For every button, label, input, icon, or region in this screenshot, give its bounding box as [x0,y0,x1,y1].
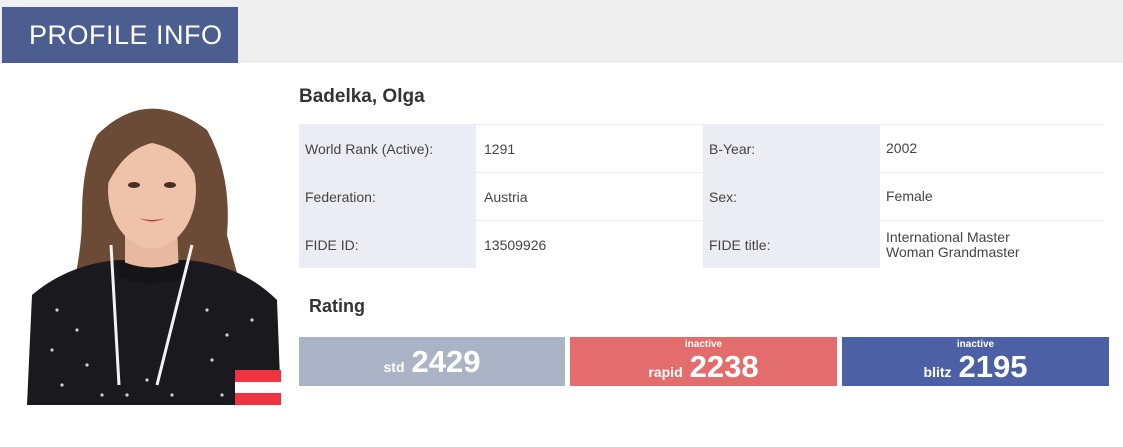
profile-photo [27,95,281,405]
rating-blitz-card: inactive blitz 2195 [842,337,1109,386]
value-world-rank: 1291 [484,140,516,157]
rating-type-label: rapid [648,364,683,380]
portrait-image [27,108,281,405]
label-birth-year: B-Year: [703,125,880,172]
rating-heading: Rating [309,296,365,316]
profile-info-table: World Rank (Active): 1291 B-Year: 2002 F… [299,124,1103,268]
value-fide-title: International Master Woman Grandmaster [880,221,1103,268]
rating-rapid-card: inactive rapid 2238 [570,337,837,386]
table-row: World Rank (Active): 1291 B-Year: 2002 [299,124,1103,172]
birth-year-text: 2002 [886,140,918,156]
section-header: PROFILE INFO [2,7,238,63]
rating-value: 2195 [958,349,1028,384]
rating-value: 2238 [689,349,759,384]
value-birth-year: 2002 [880,125,1103,172]
fide-title-line-2: Woman Grandmaster [886,243,1020,260]
value-federation: Austria [484,188,528,205]
table-row: Federation: Austria Sex: Female [299,172,1103,220]
label-fide-title: FIDE title: [703,221,880,268]
sex-text: Female [886,188,933,204]
rating-standard-card: std 2429 [299,337,565,386]
rating-type-label: blitz [923,364,952,380]
rating-value: 2429 [411,343,481,379]
label-sex: Sex: [703,173,880,220]
table-row: FIDE ID: 13509926 FIDE title: Internatio… [299,220,1103,268]
label-fide-id: FIDE ID: [299,221,476,268]
rating-type-label: std [383,358,405,375]
austria-flag-icon [235,370,281,405]
label-federation: Federation: [299,173,476,220]
value-fide-id: 13509926 [484,236,547,253]
player-name: Badelka, Olga [299,86,425,107]
fide-title-line-1: International Master [886,228,1010,245]
label-world-rank: World Rank (Active): [299,125,476,172]
value-sex: Female [880,173,1103,220]
